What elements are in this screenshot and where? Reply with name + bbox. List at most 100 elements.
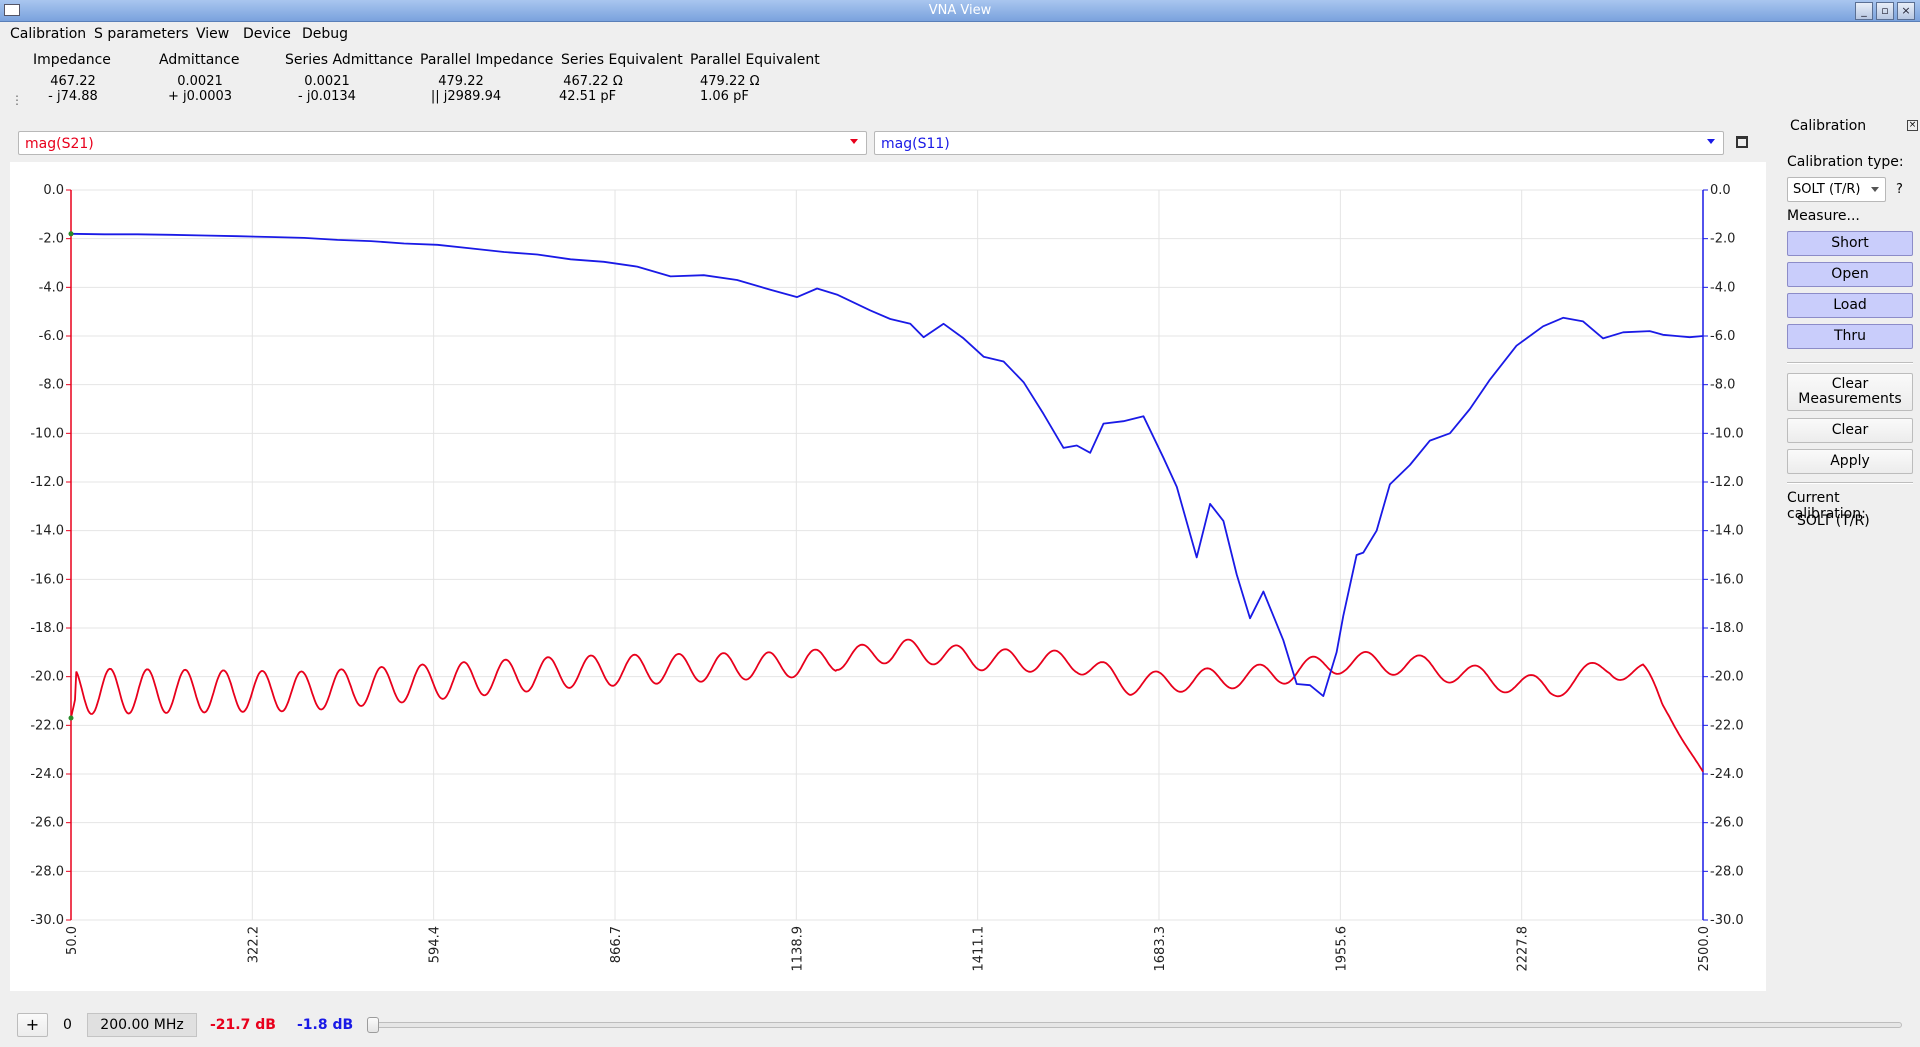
y-tick-label-left: 0.0 xyxy=(43,183,64,198)
clear-measurements-label-2: Measurements xyxy=(1798,391,1902,407)
y-tick-label-right: -18.0 xyxy=(1710,621,1744,636)
measure-open-button[interactable]: Open xyxy=(1787,262,1913,287)
x-tick-label: 50.0 xyxy=(65,926,80,955)
calibration-dock-title: Calibration xyxy=(1790,118,1867,134)
marker-slider-track[interactable] xyxy=(368,1022,1902,1028)
measure-label: Measure... xyxy=(1787,208,1860,224)
help-icon[interactable]: ? xyxy=(1896,182,1903,197)
trace-select-left[interactable]: mag(S21) xyxy=(18,131,867,155)
series-equivalent-header: Series Equivalent xyxy=(561,52,683,68)
marker-s21-value: -21.7 dB xyxy=(210,1017,276,1033)
parallel-equivalent-capacitance: 1.06 pF xyxy=(700,89,749,104)
impedance-imag: - j74.88 xyxy=(48,89,98,104)
chevron-down-icon xyxy=(1871,187,1879,192)
clear-measurements-button[interactable]: Clear Measurements xyxy=(1787,373,1913,411)
y-tick-label-right: -16.0 xyxy=(1710,572,1744,587)
y-tick-label-right: -20.0 xyxy=(1710,670,1744,685)
add-marker-button[interactable]: + xyxy=(17,1013,48,1037)
marker-point-s11 xyxy=(68,231,74,237)
x-tick-label: 1955.6 xyxy=(1334,926,1349,972)
y-tick-label-left: -10.0 xyxy=(30,426,64,441)
marker-frequency-field[interactable]: 200.00 MHz xyxy=(87,1013,197,1037)
menu-s-parameters[interactable]: S parameters xyxy=(94,26,189,42)
menu-view[interactable]: View xyxy=(196,26,229,42)
y-tick-label-left: -30.0 xyxy=(30,913,64,928)
y-tick-label-left: -14.0 xyxy=(30,524,64,539)
x-tick-label: 1138.9 xyxy=(790,926,805,972)
series-equivalent-capacitance: 42.51 pF xyxy=(559,89,617,104)
marker-index: 0 xyxy=(63,1017,72,1033)
trace-select-right-value: mag(S11) xyxy=(881,136,950,152)
y-tick-label-right: -4.0 xyxy=(1710,280,1735,295)
maximize-icon[interactable]: ▫ xyxy=(1876,2,1894,20)
chevron-down-icon xyxy=(850,139,858,144)
clear-measurements-label-1: Clear xyxy=(1831,376,1869,392)
series-s21-line xyxy=(70,638,1704,773)
y-tick-label-right: -22.0 xyxy=(1710,718,1744,733)
impedance-real: 467.22 xyxy=(50,74,96,89)
menu-device[interactable]: Device xyxy=(243,26,291,42)
window-title: VNA View xyxy=(928,3,992,18)
y-tick-label-left: -18.0 xyxy=(30,621,64,636)
y-tick-label-left: -6.0 xyxy=(39,329,64,344)
y-tick-label-left: -8.0 xyxy=(39,378,64,393)
chart-svg[interactable]: 0.0 0.0 -2.0 -2.0 -4.0 -4.0 -6.0 -6.0 -8.0 -8.0 -1… xyxy=(10,162,1766,991)
parallel-impedance-real: 479.22 xyxy=(438,74,484,89)
x-tick-label: 1411.1 xyxy=(972,926,987,972)
y-tick-label-right: -28.0 xyxy=(1710,864,1744,879)
y-tick-label-left: -4.0 xyxy=(39,280,64,295)
parallel-equivalent-resistance: 479.22 Ω xyxy=(700,74,760,89)
menu-bar: Calibration S parameters View Device Deb… xyxy=(0,22,1920,46)
parallel-equivalent-header: Parallel Equivalent xyxy=(690,52,820,68)
divider xyxy=(1787,482,1913,484)
trace-select-right[interactable]: mag(S11) xyxy=(874,131,1724,155)
marker-s11-value: -1.8 dB xyxy=(297,1017,354,1033)
series-equivalent-resistance: 467.22 Ω xyxy=(563,74,623,89)
series-admittance-imag: - j0.0134 xyxy=(298,89,356,104)
impedance-header: Impedance xyxy=(33,52,111,68)
y-tick-label-right: 0.0 xyxy=(1710,183,1731,198)
y-tick-label-right: -10.0 xyxy=(1710,426,1744,441)
close-icon[interactable]: × xyxy=(1897,2,1915,20)
y-tick-label-right: -30.0 xyxy=(1710,913,1744,928)
admittance-imag: + j0.0003 xyxy=(167,89,233,104)
menu-calibration[interactable]: Calibration xyxy=(10,26,86,42)
parallel-impedance-header: Parallel Impedance xyxy=(420,52,554,68)
y-tick-label-right: -24.0 xyxy=(1710,767,1744,782)
x-tick-label: 322.2 xyxy=(246,926,261,963)
y-tick-label-right: -26.0 xyxy=(1710,816,1744,831)
measure-thru-button[interactable]: Thru xyxy=(1787,324,1913,349)
y-tick-label-right: -14.0 xyxy=(1710,524,1744,539)
marker-slider-handle[interactable] xyxy=(367,1017,379,1033)
trace-select-left-value: mag(S21) xyxy=(25,136,94,152)
x-tick-label: 2500.0 xyxy=(1697,926,1712,972)
admittance-real: 0.0021 xyxy=(177,74,223,89)
y-tick-label-right: -6.0 xyxy=(1710,329,1735,344)
menu-debug[interactable]: Debug xyxy=(302,26,348,42)
y-tick-label-right: -8.0 xyxy=(1710,378,1735,393)
plot-area[interactable]: 0.0 0.0 -2.0 -2.0 -4.0 -4.0 -6.0 -6.0 -8.0 -8.0 -1… xyxy=(10,162,1766,991)
series-s11-line xyxy=(70,232,1704,697)
y-tick-label-left: -28.0 xyxy=(30,864,64,879)
maximize-plot-icon[interactable] xyxy=(1736,136,1748,148)
x-tick-label: 866.7 xyxy=(609,926,624,963)
y-tick-label-right: -12.0 xyxy=(1710,475,1744,490)
clear-button[interactable]: Clear xyxy=(1787,418,1913,443)
x-tick-label: 2227.8 xyxy=(1516,926,1531,972)
series-admittance-real: 0.0021 xyxy=(304,74,350,89)
dock-close-icon[interactable]: × xyxy=(1907,120,1918,131)
measure-load-button[interactable]: Load xyxy=(1787,293,1913,318)
panel-drag-handle[interactable]: ⋮ xyxy=(11,93,23,107)
calibration-type-value: SOLT (T/R) xyxy=(1793,182,1861,197)
y-tick-label-right: -2.0 xyxy=(1710,232,1735,247)
series-admittance-header: Series Admittance xyxy=(285,52,413,68)
window-titlebar: VNA View _ ▫ × xyxy=(0,0,1920,22)
marker-point-s21 xyxy=(68,715,74,721)
calibration-type-select[interactable]: SOLT (T/R) xyxy=(1787,177,1886,202)
y-tick-label-left: -20.0 xyxy=(30,670,64,685)
y-tick-label-left: -2.0 xyxy=(39,232,64,247)
apply-button[interactable]: Apply xyxy=(1787,449,1913,474)
current-calibration-value: SOLT (T/R) xyxy=(1797,513,1870,529)
minimize-icon[interactable]: _ xyxy=(1855,2,1873,20)
measure-short-button[interactable]: Short xyxy=(1787,231,1913,256)
